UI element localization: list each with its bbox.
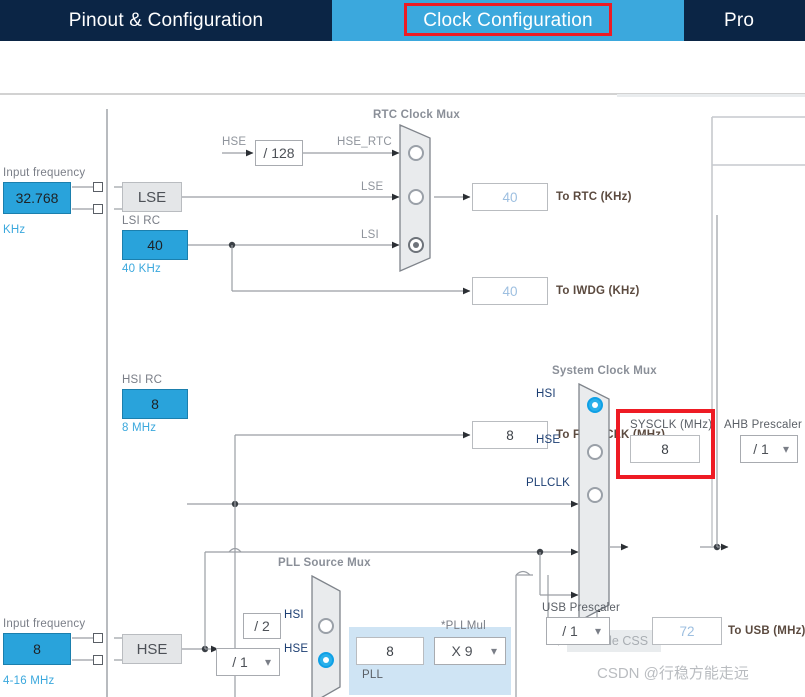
system-mux-input-hsi-label: HSI [536,388,556,400]
usb-prescaler-select[interactable]: / 1 ▾ [546,617,610,645]
hse-rtc-input-signal-label: HSE [222,136,247,148]
tab-bar: Pinout & Configuration Clock Configurati… [0,0,805,41]
pllmul-select[interactable]: X 9 ▾ [434,637,506,665]
rtc-mux-input-lsi-label: LSI [361,229,379,241]
lsi-rc-frequency-field[interactable]: 40 [122,230,188,260]
pll-mux-input-hse-label: HSE [284,643,309,655]
system-mux-radio-pllclk[interactable] [587,487,603,503]
lsi-rc-value: 40 [147,237,163,253]
to-flitfclk-value: 8 [506,427,514,443]
rtc-mux-radio-lse[interactable] [408,189,424,205]
hse-rtc-divider-box[interactable]: / 128 [255,140,303,166]
hse-pin-out [93,655,103,665]
clock-tree-canvas: Input frequency 32.768 KHz LSE LSI RC 40… [0,97,805,697]
system-mux-radio-hse[interactable] [587,444,603,460]
hse-predivider-select[interactable]: / 1 ▾ [216,648,280,676]
chevron-down-icon: ▾ [264,655,272,669]
rtc-clock-mux-title: RTC Clock Mux [373,109,460,121]
hsi-div2-box: / 2 [243,613,281,639]
clock-toolbar: Resolve Clock Issues [0,41,805,122]
tab-project-label: Pro [724,9,755,31]
hse-pin-in [93,633,103,643]
tab-clock-configuration[interactable]: Clock Configuration [332,0,684,41]
pll-source-mux-title: PLL Source Mux [278,557,371,569]
hse-input-frequency-caption: Input frequency [3,618,86,630]
rtc-mux-radio-lsi[interactable] [408,237,424,253]
to-usb-label: To USB (MHz) [728,625,805,637]
to-usb-value: 72 [679,623,695,639]
to-iwdg-label: To IWDG (KHz) [556,285,640,297]
system-mux-input-hse-label: HSE [536,434,561,446]
chevron-down-icon: ▾ [782,442,790,456]
lse-pin-out [93,204,103,214]
hse-predivider-value: / 1 [232,654,248,670]
pll-mux-radio-hsi[interactable] [318,618,334,634]
chevron-down-icon: ▾ [594,624,602,638]
tab-clock-label: Clock Configuration [423,9,593,31]
to-iwdg-value-box: 40 [472,277,548,305]
pll-mux-radio-hse[interactable] [318,652,334,668]
clock-configuration-window: Pinout & Configuration Clock Configurati… [0,0,805,697]
to-rtc-value-box: 40 [472,183,548,211]
hse-rtc-output-signal-label: HSE_RTC [337,136,392,148]
lse-input-unit-label: KHz [3,224,26,236]
lse-input-frequency-field[interactable]: 32.768 [3,182,71,214]
hse-oscillator-label: HSE [136,640,168,658]
pll-region-label: PLL [362,669,384,681]
usb-prescaler-value: / 1 [562,623,578,639]
lsi-rc-unit-label: 40 KHz [122,263,161,275]
hse-input-frequency-value: 8 [33,641,41,657]
lse-pin-in [93,182,103,192]
lse-input-frequency-value: 32.768 [15,190,59,206]
ahb-prescaler-select[interactable]: / 1 ▾ [740,435,798,463]
pll-source-mux-shape [311,575,341,697]
ahb-prescaler-value: / 1 [753,441,769,457]
rtc-mux-radio-hse-rtc[interactable] [408,145,424,161]
lse-oscillator-label: LSE [137,188,167,206]
to-rtc-label: To RTC (KHz) [556,191,632,203]
tab-pinout-configuration[interactable]: Pinout & Configuration [0,0,332,41]
lse-oscillator-block[interactable]: LSE [122,182,182,212]
sysclk-label: SYSCLK (MHz) [630,419,713,431]
pllmul-label: *PLLMul [441,620,486,632]
hse-input-unit-label: 4-16 MHz [3,675,55,687]
tab-project-manager[interactable]: Pro [684,0,805,41]
hsi-div2-value: / 2 [254,618,270,634]
sysclk-value-box: 8 [630,435,700,463]
to-iwdg-value: 40 [502,283,518,299]
usb-prescaler-label: USB Prescaler [542,602,621,614]
pll-input-value: 8 [386,643,394,659]
hsi-rc-unit-label: 8 MHz [122,422,157,434]
lsi-rc-caption: LSI RC [122,215,161,227]
tab-pinout-label: Pinout & Configuration [68,9,264,31]
pll-mux-input-hsi-label: HSI [284,609,304,621]
hsi-rc-frequency-field[interactable]: 8 [122,389,188,419]
hse-input-frequency-field[interactable]: 8 [3,633,71,665]
system-clock-mux-shape [578,383,610,623]
system-mux-radio-hsi[interactable] [587,397,603,413]
watermark-text: CSDN @行稳方能走远 [597,665,749,682]
chevron-down-icon: ▾ [490,644,498,658]
lse-input-frequency-caption: Input frequency [3,167,86,179]
to-rtc-value: 40 [502,189,518,205]
sysclk-value: 8 [661,441,669,457]
hse-rtc-divider-value: / 128 [263,145,295,161]
hsi-rc-caption: HSI RC [122,374,163,386]
ahb-prescaler-label: AHB Prescaler [724,419,803,431]
pll-input-value-box: 8 [356,637,424,665]
pllmul-value: X 9 [451,643,473,659]
to-usb-value-box: 72 [652,617,722,645]
system-mux-input-pllclk-label: PLLCLK [526,477,571,489]
system-clock-mux-title: System Clock Mux [552,365,657,377]
hsi-rc-value: 8 [151,396,159,412]
hse-oscillator-block[interactable]: HSE [122,634,182,664]
rtc-mux-input-lse-label: LSE [361,181,384,193]
